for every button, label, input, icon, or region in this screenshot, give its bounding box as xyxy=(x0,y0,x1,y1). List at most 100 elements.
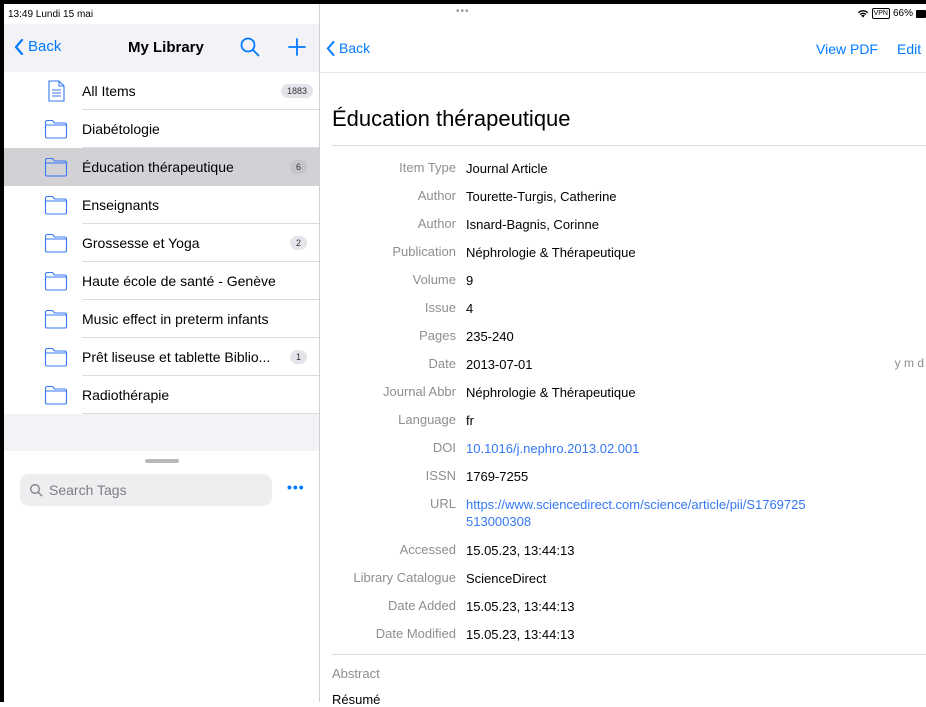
collection-row[interactable]: Radiothérapie xyxy=(4,376,319,414)
multitasking-dots[interactable]: ••• xyxy=(456,6,470,17)
folder-icon xyxy=(44,118,68,140)
field-row: Library Catalogue ScienceDirect xyxy=(320,564,926,592)
field-value[interactable]: Tourette-Turgis, Catherine xyxy=(466,188,906,205)
field-label: Publication xyxy=(392,244,456,259)
collection-row[interactable]: Diabétologie xyxy=(4,110,319,148)
collection-label: Radiothérapie xyxy=(82,387,170,403)
tags-panel: ••• xyxy=(4,451,319,702)
field-label: Date Modified xyxy=(375,626,456,641)
tag-search-input[interactable] xyxy=(47,481,271,499)
field-value[interactable]: fr xyxy=(466,412,906,429)
collection-row[interactable]: Éducation thérapeutique 6 xyxy=(4,148,319,186)
field-row: Pages 235-240 xyxy=(320,322,926,350)
field-label: Pages xyxy=(419,328,456,343)
divider xyxy=(332,145,926,146)
item-count-badge: 1 xyxy=(289,350,307,364)
detail-back-label: Back xyxy=(339,40,371,56)
collection-label: Diabétologie xyxy=(82,121,160,137)
field-row: Journal Abbr Néphrologie & Thérapeutique xyxy=(320,378,926,406)
field-label: Author xyxy=(417,188,456,203)
folder-icon xyxy=(44,346,68,368)
collection-row[interactable]: Grossesse et Yoga 2 xyxy=(4,224,319,262)
field-link[interactable]: 10.1016/j.nephro.2013.02.001 xyxy=(466,440,906,457)
add-icon[interactable] xyxy=(286,36,308,58)
document-icon xyxy=(44,80,68,102)
collection-label: All Items xyxy=(82,83,136,99)
field-value[interactable]: Journal Article xyxy=(466,160,906,177)
sidebar-back-label: Back xyxy=(28,38,62,55)
field-row: Date 2013-07-01 y m d xyxy=(320,350,926,378)
field-value[interactable]: Néphrologie & Thérapeutique xyxy=(466,384,906,401)
divider xyxy=(332,654,926,655)
item-count-badge: 2 xyxy=(289,236,307,250)
status-indicators: VPN 66% xyxy=(857,8,926,19)
field-row: Publication Néphrologie & Thérapeutique xyxy=(320,238,926,266)
item-count-badge: 1883 xyxy=(280,84,313,98)
field-row: URL https://www.sciencedirect.com/science… xyxy=(320,490,926,536)
folder-icon xyxy=(44,270,68,292)
view-pdf-button[interactable]: View PDF xyxy=(816,41,878,57)
field-value[interactable]: 15.05.23, 13:44:13 xyxy=(466,598,906,615)
field-label: Journal Abbr xyxy=(383,384,456,399)
field-label: URL xyxy=(429,496,456,511)
item-detail-pane: Back View PDF Edit Éducation thérapeutiq… xyxy=(320,24,926,707)
more-options-button[interactable]: ••• xyxy=(287,479,305,495)
tag-search-field[interactable] xyxy=(20,474,272,506)
status-time-date: 13:49 Lundi 15 mai xyxy=(8,9,94,20)
field-value[interactable]: Isnard-Bagnis, Corinne xyxy=(466,216,906,233)
field-value[interactable]: Néphrologie & Thérapeutique xyxy=(466,244,906,261)
detail-back-button[interactable]: Back xyxy=(326,40,370,56)
field-link[interactable]: https://www.sciencedirect.com/science/ar… xyxy=(466,496,806,530)
field-value[interactable]: 1769-7255 xyxy=(466,468,906,485)
field-label: Volume xyxy=(412,272,456,287)
sidebar: Back My Library All Items 1883 Diabétologi… xyxy=(4,24,319,702)
search-icon xyxy=(30,484,43,497)
search-icon[interactable] xyxy=(239,36,261,58)
field-value[interactable]: 2013-07-01 xyxy=(466,356,906,373)
date-format-hint: y m d xyxy=(894,356,924,370)
collections-list: All Items 1883 Diabétologie Éducation théra… xyxy=(4,72,319,414)
sidebar-nav-bar: Back My Library xyxy=(4,24,319,72)
field-label: Author xyxy=(417,216,456,231)
detail-nav-bar: Back View PDF Edit xyxy=(320,24,926,73)
field-label: Date Added xyxy=(388,598,456,613)
item-fields: Item Type Journal Article Author Tourette-T… xyxy=(320,154,926,648)
folder-icon xyxy=(44,232,68,254)
drag-handle[interactable] xyxy=(145,459,179,463)
collection-label: Enseignants xyxy=(82,197,160,213)
collection-row[interactable]: Enseignants xyxy=(4,186,319,224)
edit-button[interactable]: Edit xyxy=(897,41,921,57)
field-label: Library Catalogue xyxy=(353,570,456,585)
field-row: Author Isnard-Bagnis, Corinne xyxy=(320,210,926,238)
battery-icon xyxy=(916,9,926,18)
collection-label: Haute école de santé - Genève xyxy=(82,273,276,289)
field-row: Date Modified 15.05.23, 13:44:13 xyxy=(320,620,926,648)
collection-label: Grossesse et Yoga xyxy=(82,235,200,251)
collection-row[interactable]: Music effect in preterm infants xyxy=(4,300,319,338)
field-value[interactable]: 235-240 xyxy=(466,328,906,345)
abstract-value[interactable]: Résumé xyxy=(332,692,380,707)
wifi-icon xyxy=(857,10,868,18)
field-value[interactable]: 9 xyxy=(466,272,906,289)
sidebar-back-button[interactable]: Back xyxy=(14,38,61,55)
status-bar: 13:49 Lundi 15 mai ••• VPN 66% xyxy=(4,4,926,24)
collection-row[interactable]: All Items 1883 xyxy=(4,72,319,110)
folder-icon xyxy=(44,384,68,406)
collection-label: Éducation thérapeutique xyxy=(82,159,234,175)
field-label: DOI xyxy=(432,440,456,455)
item-title: Éducation thérapeutique xyxy=(332,106,571,131)
field-label: Issue xyxy=(424,300,456,315)
field-value[interactable]: 15.05.23, 13:44:13 xyxy=(466,542,906,559)
abstract-label: Abstract xyxy=(332,666,380,681)
field-value[interactable]: ScienceDirect xyxy=(466,570,906,587)
field-label: Accessed xyxy=(399,542,456,557)
field-row: Author Tourette-Turgis, Catherine xyxy=(320,182,926,210)
field-value[interactable]: 4 xyxy=(466,300,906,317)
collection-row[interactable]: Prêt liseuse et tablette Biblio... 1 xyxy=(4,338,319,376)
field-label: Item Type xyxy=(399,160,456,175)
field-row: Item Type Journal Article xyxy=(320,154,926,182)
collection-row[interactable]: Haute école de santé - Genève xyxy=(4,262,319,300)
field-value[interactable]: 15.05.23, 13:44:13 xyxy=(466,626,906,643)
collection-label: Prêt liseuse et tablette Biblio... xyxy=(82,349,271,365)
chevron-left-icon xyxy=(14,38,24,55)
